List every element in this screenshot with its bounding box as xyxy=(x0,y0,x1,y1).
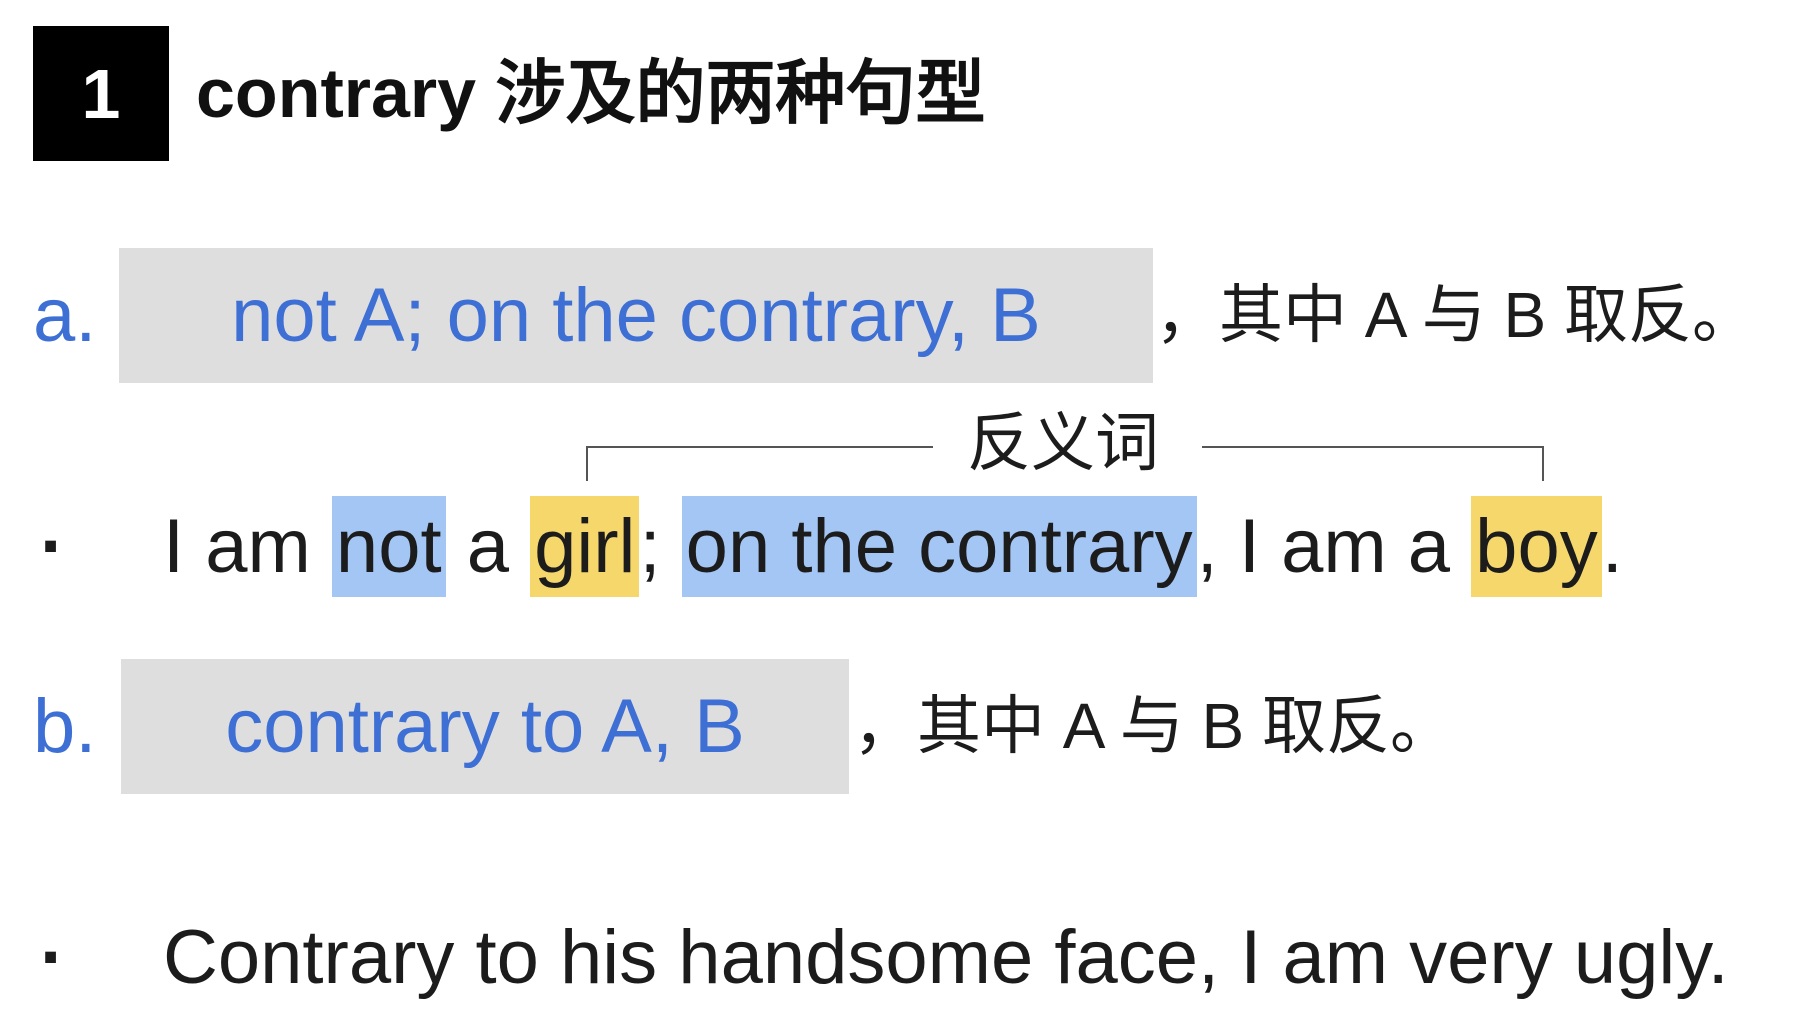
example-a-segment: . xyxy=(1601,504,1623,589)
example-b-sentence: Contrary to his handsome face, I am very… xyxy=(163,915,1729,1000)
bracket-line-left xyxy=(586,446,933,448)
pattern-a-note: ，其中 A 与 B 取反。 xyxy=(1155,279,1756,351)
pattern-b-formula-box: contrary to A, B xyxy=(121,659,849,794)
example-a-segment: , I am a xyxy=(1196,504,1472,589)
highlight-on-the-contrary: on the contrary xyxy=(681,496,1197,597)
bracket-line-right xyxy=(1202,446,1544,448)
antonym-bracket: 反义词 xyxy=(586,400,1544,482)
bracket-tick-left xyxy=(586,446,588,481)
example-a-sentence: I am not a girl; on the contrary, I am a… xyxy=(163,496,1623,597)
example-a-segment: I am xyxy=(163,504,332,589)
section-title: contrary 涉及的两种句型 xyxy=(196,54,986,132)
pattern-b-label: b. xyxy=(33,684,97,769)
pattern-a-formula-box: not A; on the contrary, B xyxy=(119,248,1153,383)
example-a-segment: ; xyxy=(639,504,682,589)
highlight-not: not xyxy=(331,496,446,597)
pattern-a-label: a. xyxy=(33,273,97,358)
pattern-b-note: ，其中 A 与 B 取反。 xyxy=(853,690,1454,762)
section-number-box: 1 xyxy=(33,26,169,161)
slide: { "colors": { "accent_blue": "#3d6fd4", … xyxy=(0,0,1820,1014)
example-a-bullet: · xyxy=(40,504,66,589)
pattern-a-formula: not A; on the contrary, B xyxy=(231,272,1041,358)
highlight-girl: girl xyxy=(530,496,640,597)
bracket-tick-right xyxy=(1542,446,1544,481)
highlight-boy: boy xyxy=(1471,496,1602,597)
pattern-b-formula: contrary to A, B xyxy=(225,683,745,769)
example-a-segment: a xyxy=(445,504,531,589)
example-b-bullet: · xyxy=(40,915,66,1000)
antonym-label: 反义词 xyxy=(967,407,1159,479)
section-number: 1 xyxy=(81,54,121,133)
